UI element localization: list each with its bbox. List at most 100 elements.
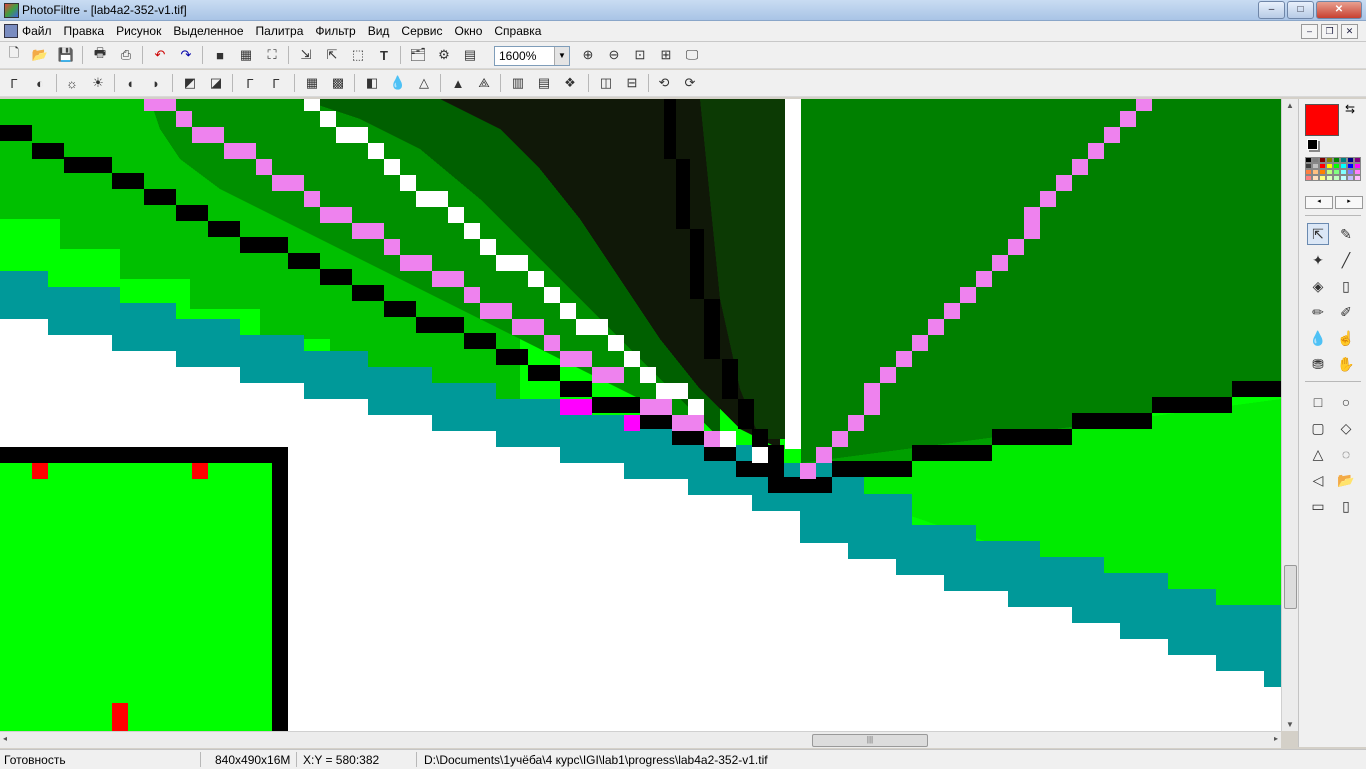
scroll-down-icon[interactable]: ▼ — [1286, 720, 1294, 729]
rounded-rect-shape-icon[interactable]: ▢ — [1307, 417, 1329, 439]
foreground-color-swatch[interactable] — [1305, 104, 1339, 136]
saturation-minus-icon[interactable]: ◩ — [180, 73, 200, 93]
sharpen-more-icon[interactable]: ▲ — [448, 73, 468, 93]
fullscreen-icon[interactable]: 🖵 — [682, 45, 702, 65]
palette-swatch[interactable] — [1319, 175, 1326, 181]
menu-image[interactable]: Рисунок — [116, 24, 161, 38]
rectangle-shape-icon[interactable]: □ — [1307, 391, 1329, 413]
preferences-icon[interactable]: ▤ — [460, 45, 480, 65]
palette-swatch[interactable] — [1354, 175, 1361, 181]
clone-stamp-icon[interactable]: ⛃ — [1307, 353, 1329, 375]
brush-icon[interactable]: ✏ — [1307, 301, 1329, 323]
contrast-minus-icon[interactable]: ◖ — [120, 73, 140, 93]
crop-icon[interactable]: ⬚ — [348, 45, 368, 65]
polygon-shape-icon[interactable]: ◁ — [1307, 469, 1329, 491]
scroll-up-icon[interactable]: ▲ — [1286, 101, 1294, 110]
document-icon[interactable] — [4, 24, 18, 38]
load-shape-icon[interactable]: 📂 — [1335, 469, 1357, 491]
maximize-button[interactable]: □ — [1287, 1, 1314, 19]
palette-swatch[interactable] — [1312, 175, 1319, 181]
line-tool-icon[interactable]: ╱ — [1335, 249, 1357, 271]
magic-wand-icon[interactable]: ✦ — [1307, 249, 1329, 271]
menu-tools[interactable]: Сервис — [401, 24, 442, 38]
menu-palette[interactable]: Палитра — [256, 24, 304, 38]
sharpen-icon[interactable]: △ — [414, 73, 434, 93]
save-icon[interactable]: 💾 — [56, 45, 76, 65]
zoom-select[interactable]: 1600% ▼ — [494, 46, 570, 66]
lasso-shape-icon[interactable]: ◌ — [1335, 443, 1357, 465]
palette-swatch[interactable] — [1340, 175, 1347, 181]
doc-minimize-button[interactable]: – — [1301, 24, 1318, 39]
scan-icon[interactable]: ⎙ — [116, 45, 136, 65]
gamma-minus-icon[interactable]: Γ — [240, 73, 260, 93]
flip-horizontal-icon[interactable]: ◫ — [596, 73, 616, 93]
close-button[interactable]: ✕ — [1316, 1, 1362, 19]
doc-restore-button[interactable]: ❐ — [1321, 24, 1338, 39]
image-canvas[interactable] — [0, 99, 1281, 731]
vertical-select-icon[interactable]: ▯ — [1335, 495, 1357, 517]
doc-close-button[interactable]: ✕ — [1341, 24, 1358, 39]
color-palette[interactable] — [1305, 157, 1361, 193]
gamma-plus-icon[interactable]: Γ — [266, 73, 286, 93]
palette-swatch[interactable] — [1305, 175, 1312, 181]
open-folder-icon[interactable]: 📂 — [30, 45, 50, 65]
ellipse-shape-icon[interactable]: ○ — [1335, 391, 1357, 413]
redo-icon[interactable]: ↷ — [176, 45, 196, 65]
chevron-down-icon[interactable]: ▼ — [554, 47, 569, 65]
auto-levels-icon[interactable]: Γ — [4, 73, 24, 93]
vertical-scrollbar[interactable]: ▲ ▼ — [1281, 99, 1298, 731]
diamond-shape-icon[interactable]: ◇ — [1335, 417, 1357, 439]
rotate-right-icon[interactable]: ⟳ — [680, 73, 700, 93]
menu-view[interactable]: Вид — [368, 24, 390, 38]
palette-swatch[interactable] — [1326, 175, 1333, 181]
plugins-icon[interactable]: ⚙ — [434, 45, 454, 65]
fit-window-icon[interactable]: ⊞ — [656, 45, 676, 65]
zoom-out-icon[interactable]: ⊖ — [604, 45, 624, 65]
swap-colors-icon[interactable]: ⇆ — [1345, 102, 1355, 116]
palette-swatch[interactable] — [1333, 175, 1340, 181]
palette-prev-button[interactable]: ◂ — [1305, 196, 1333, 209]
rotate-left-icon[interactable]: ⟲ — [654, 73, 674, 93]
palette-next-button[interactable]: ▸ — [1335, 196, 1363, 209]
flip-vertical-icon[interactable]: ⊟ — [622, 73, 642, 93]
horizontal-scroll-thumb[interactable]: ||| — [812, 734, 928, 747]
horizontal-select-icon[interactable]: ▭ — [1307, 495, 1329, 517]
selection-tool-icon[interactable]: ⇱ — [1307, 223, 1329, 245]
mosaic-icon[interactable]: ▩ — [328, 73, 348, 93]
undo-icon[interactable]: ↶ — [150, 45, 170, 65]
horizontal-scrollbar[interactable]: ◂ ||| ▸ — [0, 731, 1281, 748]
canvas-size-icon[interactable]: ⇱ — [322, 45, 342, 65]
brightness-plus-icon[interactable]: ☀ — [88, 73, 108, 93]
print-icon[interactable]: 🖶 — [90, 45, 110, 65]
palette-swatch[interactable] — [1347, 175, 1354, 181]
advanced-brush-icon[interactable]: ✐ — [1335, 301, 1357, 323]
scroll-left-icon[interactable]: ◂ — [3, 734, 7, 743]
reset-colors-icon[interactable] — [1307, 139, 1318, 150]
menu-window[interactable]: Окно — [455, 24, 483, 38]
menu-filter[interactable]: Фильтр — [315, 24, 355, 38]
scroll-right-icon[interactable]: ▸ — [1274, 734, 1278, 743]
blur-drop-icon[interactable]: 💧 — [1307, 327, 1329, 349]
hand-icon[interactable]: ✋ — [1335, 353, 1357, 375]
rgb-icon[interactable]: ▥ — [508, 73, 528, 93]
menu-file[interactable]: Файл — [22, 24, 52, 38]
grayscale-icon[interactable]: ■ — [210, 45, 230, 65]
vertical-scroll-thumb[interactable] — [1284, 565, 1297, 609]
saturation-plus-icon[interactable]: ◪ — [206, 73, 226, 93]
hue-icon[interactable]: ▤ — [534, 73, 554, 93]
blur-icon[interactable]: ◧ — [362, 73, 382, 93]
color-picker-icon[interactable]: ✎ — [1335, 223, 1357, 245]
image-size-icon[interactable]: ⇲ — [296, 45, 316, 65]
browser-icon[interactable]: 🗂 — [408, 45, 428, 65]
zoom-in-icon[interactable]: ⊕ — [578, 45, 598, 65]
color-grid-icon[interactable]: ▦ — [236, 45, 256, 65]
new-file-icon[interactable]: 🗋 — [4, 45, 24, 65]
brightness-minus-icon[interactable]: ☼ — [62, 73, 82, 93]
effects-icon[interactable]: ❖ — [560, 73, 580, 93]
grid-icon[interactable]: ▦ — [302, 73, 322, 93]
menu-edit[interactable]: Правка — [64, 24, 105, 38]
triangle-shape-icon[interactable]: △ — [1307, 443, 1329, 465]
auto-contrast-icon[interactable]: ◐ — [30, 73, 50, 93]
spray-icon[interactable]: ▯ — [1335, 275, 1357, 297]
contrast-plus-icon[interactable]: ◗ — [146, 73, 166, 93]
